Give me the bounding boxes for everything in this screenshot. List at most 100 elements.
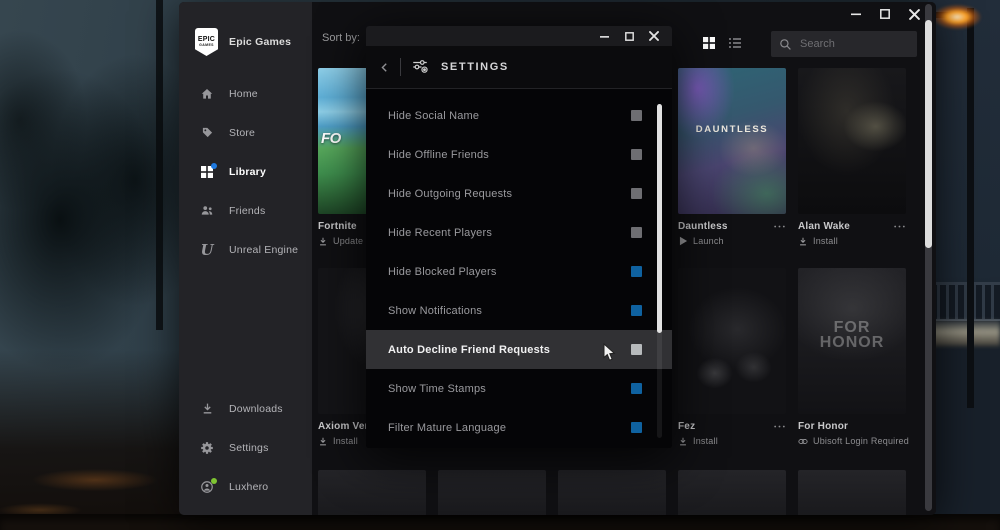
settings-row-hide-recent-players[interactable]: Hide Recent Players xyxy=(366,213,672,252)
settings-scrollbar-thumb[interactable] xyxy=(657,104,662,333)
settings-row-hide-social-name[interactable]: Hide Social Name xyxy=(366,96,672,135)
settings-close-icon[interactable] xyxy=(648,30,660,42)
wallpaper-bottom xyxy=(0,514,1000,530)
game-cover-art[interactable]: FOR HONOR xyxy=(798,268,906,414)
settings-row-show-time-stamps[interactable]: Show Time Stamps xyxy=(366,369,672,408)
minimize-icon[interactable] xyxy=(848,6,864,22)
game-menu-icon[interactable] xyxy=(772,422,786,432)
game-action-label: Ubisoft Login Required xyxy=(813,436,909,446)
library-icon xyxy=(200,162,217,179)
settings-minimize-icon[interactable] xyxy=(598,30,610,42)
street-lamp-glow xyxy=(932,4,982,30)
game-title: Alan Wake xyxy=(798,221,851,232)
sidebar-item-label: Luxhero xyxy=(229,480,269,493)
settings-row-filter-mature-language[interactable]: Filter Mature Language xyxy=(366,408,672,447)
game-cover-art[interactable] xyxy=(438,470,546,515)
download-icon xyxy=(798,236,808,246)
play-icon xyxy=(678,236,688,246)
sidebar-item-label: Unreal Engine xyxy=(229,243,299,256)
sidebar-item-store[interactable]: Store xyxy=(179,113,312,152)
settings-checkbox[interactable] xyxy=(631,266,642,277)
game-card-partial xyxy=(318,470,426,515)
settings-row-label: Hide Social Name xyxy=(388,109,480,122)
settings-checkbox[interactable] xyxy=(631,305,642,316)
library-scrollbar-thumb[interactable] xyxy=(925,20,932,248)
settings-row-show-notifications[interactable]: Show Notifications xyxy=(366,291,672,330)
settings-row-label: Show Time Stamps xyxy=(388,382,486,395)
maximize-icon[interactable] xyxy=(877,6,893,22)
settings-row-label: Filter Mature Language xyxy=(388,421,507,434)
sidebar-item-downloads[interactable]: Downloads xyxy=(179,389,312,428)
sidebar-item-unreal-engine[interactable]: U Unreal Engine xyxy=(179,230,312,269)
game-action-button[interactable]: Ubisoft Login Required xyxy=(798,436,909,446)
settings-row-label: Hide Recent Players xyxy=(388,226,493,239)
online-status-dot xyxy=(211,477,217,484)
wallpaper-road-left xyxy=(0,350,185,530)
settings-row-hide-blocked-players[interactable]: Hide Blocked Players xyxy=(366,252,672,291)
settings-checkbox[interactable] xyxy=(631,149,642,160)
sidebar-nav-bottom: Downloads Settings Luxhero xyxy=(179,389,312,506)
sidebar-item-friends[interactable]: Friends xyxy=(179,191,312,230)
settings-row-hide-offline-friends[interactable]: Hide Offline Friends xyxy=(366,135,672,174)
game-cover-art[interactable] xyxy=(798,470,906,515)
close-icon[interactable] xyxy=(906,6,922,22)
settings-checkbox[interactable] xyxy=(631,344,642,355)
game-action-button[interactable]: Install xyxy=(678,436,786,446)
unreal-icon: U xyxy=(200,240,214,259)
sidebar-item-label: Settings xyxy=(229,441,269,454)
settings-maximize-icon[interactable] xyxy=(623,30,635,42)
game-cover-art[interactable] xyxy=(798,68,906,214)
library-scrollbar[interactable] xyxy=(925,4,932,511)
game-action-button[interactable]: Install xyxy=(798,236,906,246)
game-menu-icon[interactable] xyxy=(772,222,786,232)
download-icon xyxy=(200,402,214,416)
brand: EPIC GAMES Epic Games xyxy=(179,2,312,56)
game-card-dauntless: DAUNTLESS Dauntless Launch xyxy=(678,68,786,246)
epic-games-logo-icon: EPIC GAMES xyxy=(195,28,218,56)
street-lamp-post xyxy=(967,8,974,408)
game-cover-art[interactable] xyxy=(678,268,786,414)
friends-icon xyxy=(200,204,214,218)
game-title: For Honor xyxy=(798,421,849,432)
settings-scrollbar[interactable] xyxy=(657,104,662,438)
game-menu-icon[interactable] xyxy=(892,222,906,232)
game-cover-art[interactable]: DAUNTLESS xyxy=(678,68,786,214)
settings-rows: Hide Social Name Hide Offline Friends Hi… xyxy=(366,89,672,447)
game-cover-art[interactable] xyxy=(318,470,426,515)
game-card-for-honor: FOR HONOR For Honor Ubisoft Login Requir… xyxy=(798,268,909,446)
header-divider xyxy=(400,58,401,76)
game-action-label: Update xyxy=(333,236,364,246)
settings-checkbox[interactable] xyxy=(631,227,642,238)
settings-checkbox[interactable] xyxy=(631,383,642,394)
sidebar-item-label: Store xyxy=(229,126,256,139)
sidebar-item-settings[interactable]: Settings xyxy=(179,428,312,467)
settings-header: SETTINGS xyxy=(366,46,672,89)
game-cover-art[interactable] xyxy=(678,470,786,515)
sidebar: EPIC GAMES Epic Games Home Store Library… xyxy=(179,2,312,515)
sidebar-item-luxhero[interactable]: Luxhero xyxy=(179,467,312,506)
grid-view-icon[interactable] xyxy=(702,36,717,51)
settings-checkbox[interactable] xyxy=(631,188,642,199)
list-view-icon[interactable] xyxy=(728,36,743,51)
search-input[interactable] xyxy=(798,37,892,51)
sidebar-item-library[interactable]: Library xyxy=(179,152,312,191)
back-button[interactable] xyxy=(372,55,396,79)
game-action-button[interactable]: Launch xyxy=(678,236,786,246)
game-card-partial xyxy=(438,470,546,515)
settings-checkbox[interactable] xyxy=(631,422,642,433)
settings-checkbox[interactable] xyxy=(631,110,642,121)
download-icon xyxy=(318,236,328,246)
settings-row-auto-decline-friend-requests[interactable]: Auto Decline Friend Requests xyxy=(366,330,672,369)
sidebar-item-label: Home xyxy=(229,87,258,100)
game-action-label: Install xyxy=(813,236,838,246)
settings-row-hide-outgoing-requests[interactable]: Hide Outgoing Requests xyxy=(366,174,672,213)
download-icon xyxy=(318,436,328,446)
wallpaper-light-trails xyxy=(928,320,1000,346)
settings-title: SETTINGS xyxy=(441,61,509,73)
game-action-label: Install xyxy=(693,436,718,446)
sidebar-item-home[interactable]: Home xyxy=(179,74,312,113)
game-cover-art[interactable] xyxy=(558,470,666,515)
brand-label: Epic Games xyxy=(229,36,292,48)
search-box xyxy=(771,31,917,57)
home-icon xyxy=(200,87,214,101)
